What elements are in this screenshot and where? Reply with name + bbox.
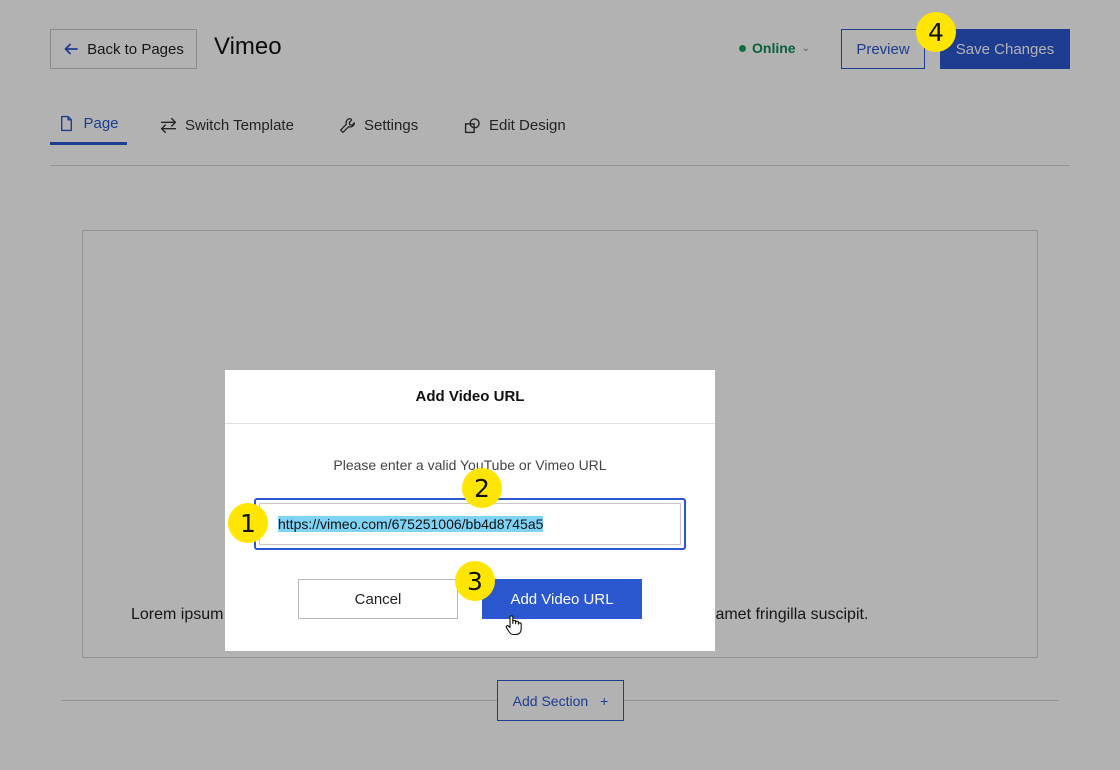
hand-pointer-icon [505, 615, 522, 636]
add-video-url-dialog: Add Video URL Please enter a valid YouTu… [225, 370, 715, 651]
video-url-input[interactable]: https://vimeo.com/675251006/bb4d8745a5 [254, 498, 686, 550]
step-marker-3: 3 [455, 561, 495, 601]
dialog-title: Add Video URL [225, 370, 715, 424]
step-marker-1: 1 [228, 503, 268, 543]
step-marker-2: 2 [462, 468, 502, 508]
cancel-button[interactable]: Cancel [298, 579, 458, 619]
video-url-value: https://vimeo.com/675251006/bb4d8745a5 [278, 516, 544, 532]
step-marker-4: 4 [916, 12, 956, 52]
add-video-url-button[interactable]: Add Video URL [482, 579, 642, 619]
